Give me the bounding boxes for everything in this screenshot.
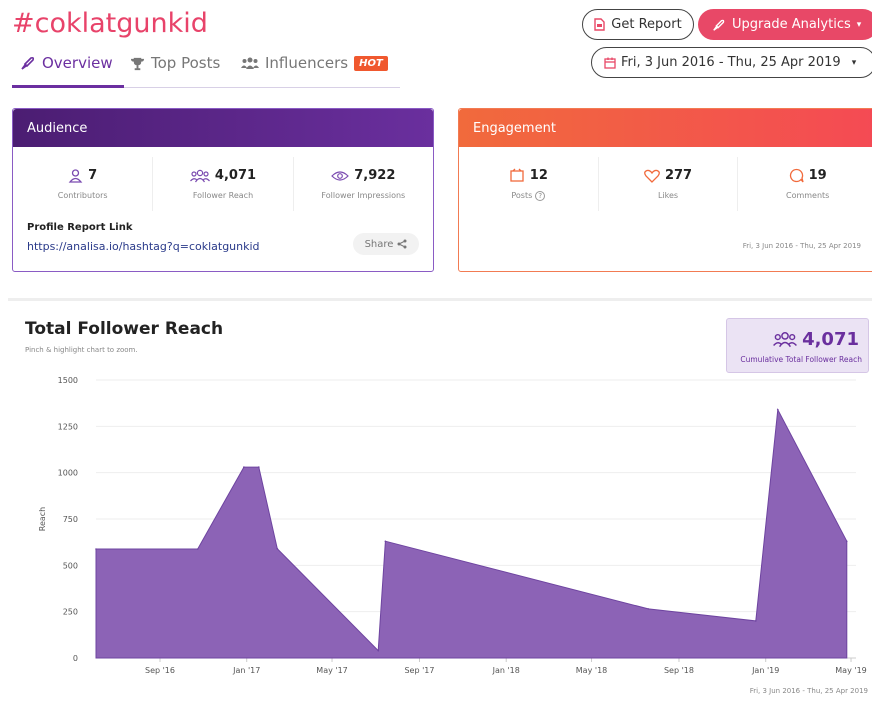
share-icon <box>397 239 407 249</box>
comments-label: Comments <box>785 191 830 200</box>
y-tick-label: 0 <box>73 654 78 663</box>
x-tick-label: May '19 <box>835 666 866 675</box>
data-point <box>754 620 757 622</box>
person-icon <box>68 168 83 183</box>
x-tick-label: Jan '19 <box>751 666 779 675</box>
hashtag-title: #coklatgunkid <box>12 8 208 39</box>
x-tick-label: May '18 <box>576 666 607 675</box>
get-report-button[interactable]: Get Report <box>582 9 694 40</box>
tab-bar: Overview Top Posts Influencers HOT <box>12 52 400 88</box>
x-tick-label: Sep '16 <box>145 666 175 675</box>
trophy-icon <box>130 57 145 70</box>
follower-reach-card: Total Follower Reach Pinch & highlight c… <box>8 298 872 709</box>
stat-comments: 19 Comments <box>738 157 872 211</box>
eye-icon <box>331 170 350 181</box>
date-range-picker[interactable]: Fri, 3 Jun 2016 - Thu, 25 Apr 2019 ▾ <box>591 47 872 78</box>
data-point <box>776 408 779 411</box>
y-tick-label: 250 <box>63 608 78 617</box>
contributors-label: Contributors <box>57 191 108 200</box>
comment-icon <box>789 168 804 183</box>
hot-badge: HOT <box>354 55 388 71</box>
likes-label: Likes <box>657 191 679 200</box>
data-point <box>196 548 199 550</box>
rocket-icon <box>713 19 725 31</box>
follower-impressions-label: Follower Impressions <box>321 191 406 200</box>
data-point <box>384 540 387 543</box>
follower-reach-value: 4,071 <box>214 168 257 183</box>
data-point <box>377 649 380 652</box>
share-label: Share <box>364 238 394 250</box>
y-tick-label: 1000 <box>58 469 78 478</box>
data-point <box>95 548 97 550</box>
tab-influencers-label: Influencers <box>265 54 349 72</box>
upgrade-analytics-label: Upgrade Analytics <box>732 17 851 32</box>
group-icon <box>241 57 259 69</box>
x-tick-label: Sep '18 <box>664 666 694 675</box>
active-tab-indicator <box>12 85 124 88</box>
tab-overview-label: Overview <box>42 54 113 72</box>
tab-influencers[interactable]: Influencers HOT <box>241 54 388 72</box>
chevron-down-icon: ▾ <box>856 19 862 30</box>
reach-area-chart[interactable]: 0 250 500 750 1000 1250 1500 Reach Sep '16 Jan '1… <box>8 301 872 691</box>
profile-report-label: Profile Report Link <box>27 222 133 233</box>
calendar-icon <box>604 57 616 69</box>
y-tick-label: 500 <box>63 561 78 570</box>
tab-overview[interactable]: Overview <box>20 54 113 72</box>
stat-contributors: 7 Contributors <box>13 157 154 211</box>
help-icon[interactable]: ? <box>535 190 546 201</box>
profile-report-link[interactable]: https://analisa.io/hashtag?q=coklatgunki… <box>27 240 260 253</box>
get-report-label: Get Report <box>611 17 682 32</box>
tab-top-posts[interactable]: Top Posts <box>130 54 220 72</box>
y-axis-label: Reach <box>38 507 47 532</box>
stat-likes: 277 Likes <box>599 157 739 211</box>
chevron-down-icon: ▾ <box>851 57 857 68</box>
y-tick-label: 1500 <box>58 376 78 385</box>
data-point <box>276 547 279 550</box>
x-tick-label: Jan '17 <box>232 666 260 675</box>
stat-posts: 12 Posts? <box>459 157 599 211</box>
x-tick-label: May '17 <box>316 666 347 675</box>
tab-top-posts-label: Top Posts <box>151 54 221 72</box>
posts-icon <box>510 168 524 182</box>
y-tick-label: 750 <box>63 515 78 524</box>
likes-value: 277 <box>664 168 693 183</box>
posts-value: 12 <box>529 167 548 183</box>
chart-date-range: Fri, 3 Jun 2016 - Thu, 25 Apr 2019 <box>749 687 868 695</box>
posts-label: Posts <box>511 191 533 200</box>
follower-reach-label: Follower Reach <box>192 191 254 200</box>
follower-impressions-value: 7,922 <box>354 168 396 183</box>
reach-area-series <box>95 408 848 659</box>
pdf-icon <box>594 18 605 31</box>
stat-follower-impressions: 7,922 Follower Impressions <box>294 157 433 211</box>
rocket-icon <box>21 56 35 70</box>
share-button[interactable]: Share <box>353 233 419 255</box>
people-icon <box>189 169 210 182</box>
engagement-date-range: Fri, 3 Jun 2016 - Thu, 25 Apr 2019 <box>742 242 861 250</box>
engagement-card: Engagement 12 Posts? 277 Likes 19 Commen… <box>458 108 872 272</box>
y-tick-label: 1250 <box>58 422 78 431</box>
x-tick-label: Jan '18 <box>492 666 520 675</box>
date-range-label: Fri, 3 Jun 2016 - Thu, 25 Apr 2019 <box>621 55 841 70</box>
data-point <box>845 540 848 543</box>
stat-follower-reach: 4,071 Follower Reach <box>153 157 294 211</box>
contributors-value: 7 <box>88 168 98 183</box>
data-point <box>258 466 260 468</box>
comments-value: 19 <box>808 168 827 183</box>
x-tick-label: Sep '17 <box>404 666 434 675</box>
audience-title: Audience <box>13 109 433 147</box>
engagement-title: Engagement <box>459 109 872 147</box>
audience-card: Audience 7 Contributors 4,071 Follower R… <box>12 108 434 272</box>
upgrade-analytics-button[interactable]: Upgrade Analytics ▾ <box>698 9 872 40</box>
data-point <box>243 466 245 468</box>
data-point <box>647 608 650 610</box>
heart-icon <box>644 169 660 183</box>
